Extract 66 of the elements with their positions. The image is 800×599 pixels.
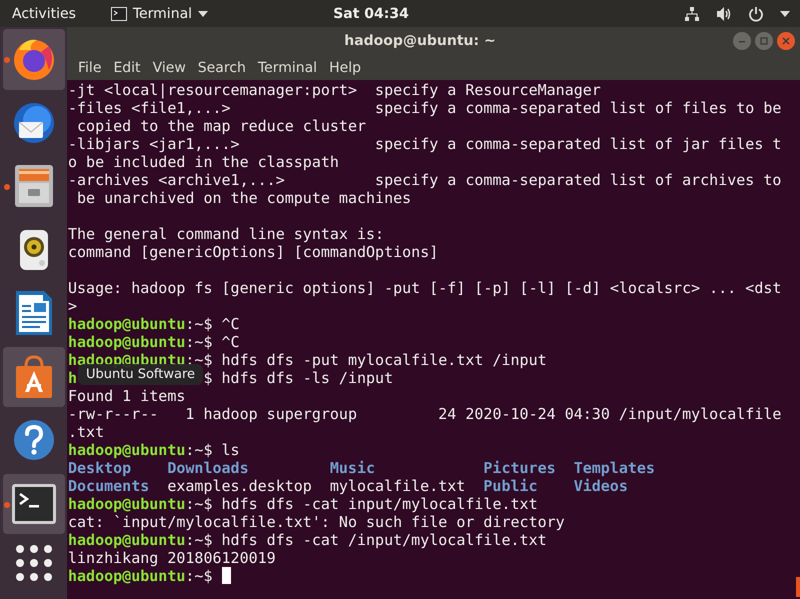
directory-name: Music — [330, 459, 376, 477]
running-indicator — [4, 502, 10, 508]
file-name: mylocalfile.txt — [330, 477, 466, 495]
scroll-indicator — [796, 577, 800, 597]
directory-name: Desktop — [68, 459, 132, 477]
caret-icon — [198, 10, 208, 16]
prompt-line: hadoop@ubuntu:~$ — [68, 567, 230, 585]
dock-item[interactable] — [2, 474, 64, 534]
terminal-line: -archives <archive1,...> specify a comma-separated list of archives to — [68, 171, 782, 189]
text-cursor — [222, 567, 230, 584]
app-menu[interactable]: Terminal — [110, 6, 208, 22]
app-grid-icon[interactable] — [14, 544, 52, 582]
maximize-icon — [760, 37, 768, 45]
terminal-line: .txt — [68, 423, 104, 441]
running-indicator — [4, 184, 10, 190]
network-icon[interactable] — [684, 6, 700, 22]
directory-name: Pictures — [483, 459, 556, 477]
running-indicator — [4, 57, 10, 63]
terminal-line: -files <file1,...> specify a comma-separated list of files to be — [68, 99, 782, 117]
menu-item[interactable]: Help — [323, 60, 367, 76]
prompt-line: hadoop@ubuntu:~$ ^C — [68, 315, 240, 333]
caret-icon[interactable] — [780, 10, 790, 16]
menu-item[interactable]: File — [72, 60, 108, 76]
terminal-icon — [10, 482, 56, 525]
prompt-line: hadoop@ubuntu:~$ ls — [68, 441, 240, 459]
directory-name: Downloads — [167, 459, 249, 477]
help-icon — [12, 418, 56, 462]
close-icon — [782, 37, 790, 45]
command-fragment: $ hdfs dfs -ls /input — [203, 369, 394, 387]
terminal-line: > — [68, 297, 78, 315]
power-icon[interactable] — [748, 6, 764, 22]
prompt-line: hadoop@ubuntu:~$ hdfs dfs -cat /input/mylocalfile.txt — [68, 531, 547, 549]
terminal-icon — [110, 6, 127, 20]
menu-item[interactable]: Terminal — [252, 60, 324, 76]
dock-item[interactable] — [2, 29, 64, 90]
clock[interactable]: Sat 04:34 — [208, 6, 534, 22]
volume-icon[interactable] — [716, 6, 732, 22]
terminal-line: be unarchived on the compute machines — [76, 189, 412, 207]
file-name: examples.desktop — [167, 477, 312, 495]
directory-name: Documents — [68, 477, 150, 495]
terminal-line: Found 1 items — [68, 387, 186, 405]
terminal-line: -libjars <jar1,...> specify a comma-separated list of jar files t — [68, 135, 782, 153]
tooltip: Ubuntu Software — [78, 364, 204, 385]
directory-name: Videos — [574, 477, 628, 495]
menu-item[interactable]: Search — [192, 60, 252, 76]
terminal-line: -jt <local|resourcemanager:port> specify a ResourceManager — [68, 81, 601, 99]
directory-name: Templates — [574, 459, 655, 477]
directory-name: Public — [483, 477, 538, 495]
prompt-fragment: h — [68, 369, 78, 387]
document-icon — [14, 289, 54, 338]
close-button[interactable] — [777, 32, 795, 50]
dock-item[interactable] — [2, 346, 64, 408]
terminal-line: The general command line syntax is: — [68, 225, 384, 243]
terminal-line: cat: `input/mylocalfile.txt': No such file or directory — [68, 513, 565, 531]
menu-item[interactable]: View — [146, 60, 192, 76]
menu-item[interactable]: Edit — [107, 60, 147, 76]
terminal-line: -rw-r--r-- 1 hadoop supergroup 24 2020-10-24 04:30 /input/mylocalfile — [68, 405, 782, 423]
terminal-line: o be included in the classpath — [68, 153, 339, 171]
terminal-line: linzhikang 201806120019 — [68, 549, 276, 567]
window-title: hadoop@ubuntu: ~ — [343, 33, 497, 49]
prompt-line: hadoop@ubuntu:~$ hdfs dfs -cat input/mylocalfile.txt — [68, 495, 538, 513]
terminal-line: command [genericOptions] [commandOptions] — [68, 243, 438, 261]
activities-button[interactable]: Activities — [12, 6, 76, 22]
terminal-line: copied to the map reduce cluster — [76, 117, 366, 135]
terminal-line: Usage: hadoop fs [generic options] -put [-f] [-p] [-l] [-d] <localsrc> ... <dst — [68, 279, 782, 297]
prompt-line: hadoop@ubuntu:~$ ^C — [68, 333, 240, 351]
